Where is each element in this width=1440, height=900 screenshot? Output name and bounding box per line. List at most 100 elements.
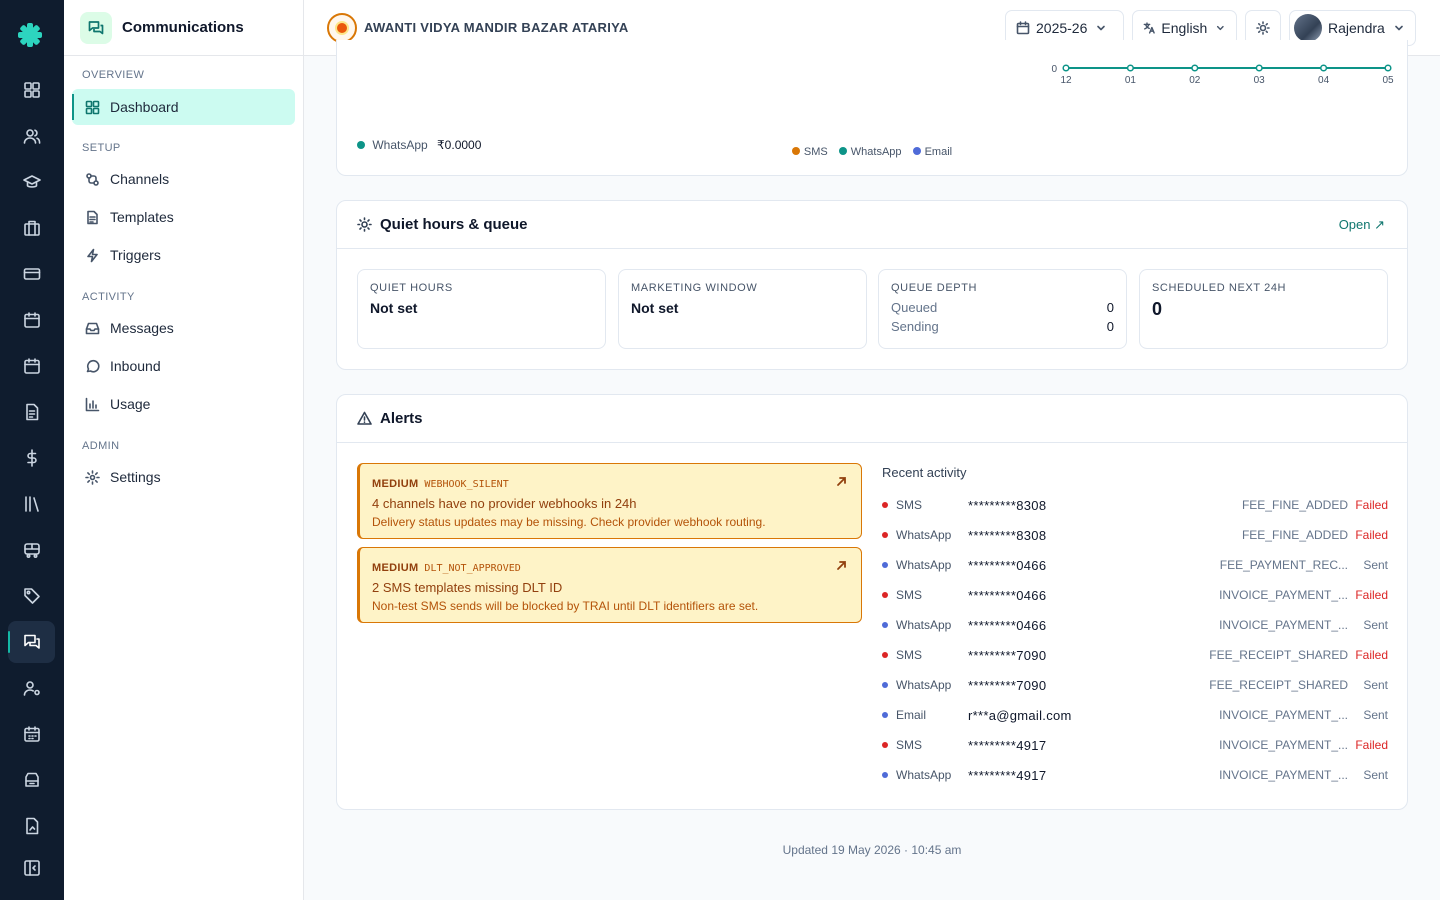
data-point — [1191, 64, 1199, 72]
activity-row[interactable]: WhatsApp *********0466 INVOICE_PAYMENT_...… — [882, 610, 1388, 640]
data-point — [1255, 64, 1263, 72]
sidebar-item-channels[interactable]: Channels — [72, 161, 295, 197]
rail-calendar[interactable] — [8, 299, 55, 341]
building-icon — [23, 220, 40, 236]
alerts-card: Alerts MEDIUM WEBHOOK_SILENT 4 channels h… — [336, 394, 1408, 810]
activity-row[interactable]: SMS *********7090 FEE_RECEIPT_SHARED Failed — [882, 640, 1388, 670]
module-sidebar: Communications OVERVIEW Dashboard SETUP … — [64, 0, 304, 900]
quiet-hours-stat: QUIET HOURS Not set — [357, 269, 606, 349]
activity-status: Failed — [1355, 498, 1388, 512]
activity-row[interactable]: SMS *********8308 FEE_FINE_ADDED Failed — [882, 490, 1388, 520]
sidebar-item-dashboard[interactable]: Dashboard — [72, 89, 295, 125]
school-logo — [327, 13, 357, 43]
sidebar-item-usage[interactable]: Usage — [72, 386, 295, 422]
activity-status: Failed — [1355, 738, 1388, 752]
grid-icon — [23, 82, 40, 98]
activity-row[interactable]: Email r***a@gmail.com INVOICE_PAYMENT_... S… — [882, 700, 1388, 730]
sidebar-item-triggers[interactable]: Triggers — [72, 237, 295, 273]
grid-icon — [85, 100, 100, 114]
rail-finance[interactable] — [8, 437, 55, 479]
sidebar-item-settings[interactable]: Settings — [72, 459, 295, 495]
activity-row[interactable]: SMS *********4917 INVOICE_PAYMENT_... Faile… — [882, 730, 1388, 760]
warning-icon — [357, 411, 372, 425]
alert-item[interactable]: MEDIUM WEBHOOK_SILENT 4 channels have no … — [357, 463, 862, 539]
activity-channel: SMS — [896, 498, 923, 512]
status-dot — [882, 502, 888, 508]
legend-whatsapp: WhatsApp — [838, 146, 902, 158]
chevron-down-icon — [1395, 25, 1403, 31]
sidebar-item-label: Messages — [110, 320, 174, 336]
file-chart-icon — [25, 817, 38, 835]
activity-channel: Email — [896, 708, 927, 722]
activity-event: FEE_PAYMENT_REC... — [1219, 558, 1348, 572]
activity-event: INVOICE_PAYMENT_... — [1219, 588, 1348, 602]
sending-row: Sending 0 — [891, 319, 1114, 334]
alerts-title: Alerts — [380, 410, 423, 427]
activity-row[interactable]: WhatsApp *********7090 FEE_RECEIPT_SHARED S… — [882, 670, 1388, 700]
activity-row[interactable]: SMS *********0466 INVOICE_PAYMENT_... Faile… — [882, 580, 1388, 610]
sidebar-item-label: Inbound — [110, 358, 161, 374]
rail-tags[interactable] — [8, 575, 55, 617]
template-icon — [87, 210, 98, 224]
academic-year-value: 2025-26 — [1036, 20, 1088, 36]
rail-library[interactable] — [8, 483, 55, 525]
rail-buildings[interactable] — [8, 207, 55, 249]
activity-row[interactable]: WhatsApp *********0466 FEE_PAYMENT_REC... S… — [882, 550, 1388, 580]
activity-channel: SMS — [896, 738, 923, 752]
activity-status: Sent — [1363, 678, 1388, 692]
calendar-grid-icon — [23, 726, 40, 742]
quiet-hours-card: Quiet hours & queue Open ↗ QUIET HOURS N… — [336, 200, 1408, 370]
translate-icon — [1143, 22, 1155, 34]
activity-row[interactable]: WhatsApp *********4917 INVOICE_PAYMENT_...… — [882, 760, 1388, 790]
dollar-icon — [26, 449, 37, 467]
alert-code: DLT_NOT_APPROVED — [424, 563, 521, 574]
rail-reports[interactable] — [8, 805, 55, 847]
chat-icon — [88, 20, 104, 34]
sidebar-item-label: Usage — [110, 396, 151, 412]
legend-email: Email — [912, 146, 952, 158]
open-link[interactable]: Open ↗ — [1339, 217, 1385, 233]
legend-sms: SMS — [791, 146, 828, 158]
rail-staff-settings[interactable] — [8, 667, 55, 709]
message-circle-icon — [86, 359, 100, 372]
rail-communications[interactable] — [8, 621, 55, 663]
activity-status: Sent — [1363, 768, 1388, 782]
chevron-down-icon — [1217, 25, 1225, 31]
bar-chart-icon — [85, 397, 100, 411]
data-point — [1062, 64, 1070, 72]
sidebar-item-templates[interactable]: Templates — [72, 199, 295, 235]
sidebar-collapse-icon — [23, 860, 40, 876]
rail-collapse[interactable] — [8, 847, 55, 889]
gear-icon — [85, 469, 100, 485]
sidebar-item-messages[interactable]: Messages — [72, 310, 295, 346]
alert-title: 4 channels have no provider webhooks in … — [372, 496, 637, 511]
alert-item[interactable]: MEDIUM DLT_NOT_APPROVED 2 SMS templates m… — [357, 547, 862, 623]
status-dot — [882, 622, 888, 628]
sun-icon — [1256, 21, 1270, 35]
rail-schedule[interactable] — [8, 345, 55, 387]
sun-icon — [357, 217, 372, 232]
activity-recipient: *********8308 — [968, 527, 1047, 543]
rail-cards[interactable] — [8, 253, 55, 295]
rail-academics[interactable] — [8, 161, 55, 203]
activity-event: INVOICE_PAYMENT_... — [1219, 618, 1348, 632]
activity-recipient: *********4917 — [968, 737, 1047, 753]
rail-events[interactable] — [8, 713, 55, 755]
rail-documents[interactable] — [8, 391, 55, 433]
rail-people[interactable] — [8, 115, 55, 157]
activity-row[interactable]: WhatsApp *********8308 FEE_FINE_ADDED Faile… — [882, 520, 1388, 550]
section-setup: SETUP — [82, 142, 121, 154]
data-point — [1320, 64, 1328, 72]
activity-channel: WhatsApp — [896, 678, 952, 692]
rail-dashboard[interactable] — [8, 69, 55, 111]
activity-status: Failed — [1355, 648, 1388, 662]
activity-event: INVOICE_PAYMENT_... — [1219, 768, 1348, 782]
y-tick-label: 0 — [1051, 64, 1057, 75]
rail-inventory[interactable] — [8, 759, 55, 801]
activity-status: Failed — [1355, 588, 1388, 602]
sidebar-item-inbound[interactable]: Inbound — [72, 348, 295, 384]
arrow-up-right-icon — [837, 561, 846, 570]
status-dot — [882, 562, 888, 568]
rail-transport[interactable] — [8, 529, 55, 571]
activity-status: Failed — [1355, 528, 1388, 542]
